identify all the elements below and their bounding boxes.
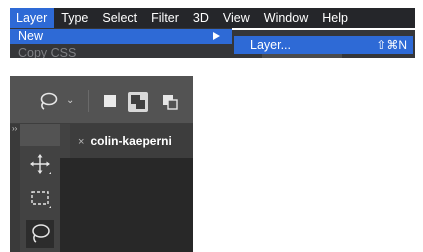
chevron-down-icon[interactable]: ⌄ — [66, 95, 74, 106]
submenu-item-layer-shortcut: ⇧⌘N — [376, 38, 407, 52]
panel-edge — [10, 124, 20, 252]
new-submenu: Layer... ⇧⌘N — [232, 30, 415, 58]
options-divider — [88, 90, 89, 112]
menu-filter[interactable]: Filter — [144, 8, 186, 28]
menu-item-new[interactable]: New — [10, 29, 232, 44]
move-icon[interactable] — [26, 150, 54, 178]
lasso-icon[interactable] — [38, 91, 58, 111]
close-tab-icon[interactable]: × — [78, 136, 84, 148]
menu-select[interactable]: Select — [95, 8, 144, 28]
collapse-panel-icon[interactable]: ›› — [12, 124, 17, 133]
menu-item-new-label: New — [18, 29, 44, 43]
tools-panel — [20, 146, 60, 252]
submenu-next-item — [262, 54, 342, 58]
add-to-selection-icon[interactable] — [128, 92, 148, 112]
document-tab-title: colin-kaeperni — [90, 134, 172, 148]
subtract-from-selection-icon[interactable] — [160, 92, 180, 112]
menu-window[interactable]: Window — [257, 8, 315, 28]
document-canvas[interactable] — [60, 158, 193, 252]
submenu-item-layer-label: Layer... — [250, 38, 291, 52]
menu-item-copy-css: Copy CSS — [18, 46, 77, 58]
document-tab[interactable]: × colin-kaeperni — [70, 124, 193, 158]
menu-type[interactable]: Type — [54, 8, 95, 28]
menu-help[interactable]: Help — [315, 8, 355, 28]
menu-view[interactable]: View — [216, 8, 257, 28]
menu-bar: Layer Type Select Filter 3D View Window … — [10, 8, 415, 28]
options-bar: ⌄ — [10, 76, 193, 124]
marquee-icon[interactable] — [26, 184, 54, 212]
menu-3d[interactable]: 3D — [186, 8, 216, 28]
menu-bar-region: Layer Type Select Filter 3D View Window … — [0, 0, 423, 58]
document-tab-bar: × colin-kaeperni — [60, 124, 193, 158]
layer-menu-dropdown: New Copy CSS — [10, 28, 232, 58]
submenu-arrow-icon — [213, 32, 220, 40]
new-selection-icon[interactable] — [104, 95, 116, 107]
submenu-item-layer[interactable]: Layer... ⇧⌘N — [234, 36, 413, 54]
photoshop-workspace: ⌄ ›› × colin-kaeperni — [10, 76, 193, 252]
menu-layer[interactable]: Layer — [10, 8, 55, 28]
lasso-tool-icon[interactable] — [26, 220, 54, 248]
